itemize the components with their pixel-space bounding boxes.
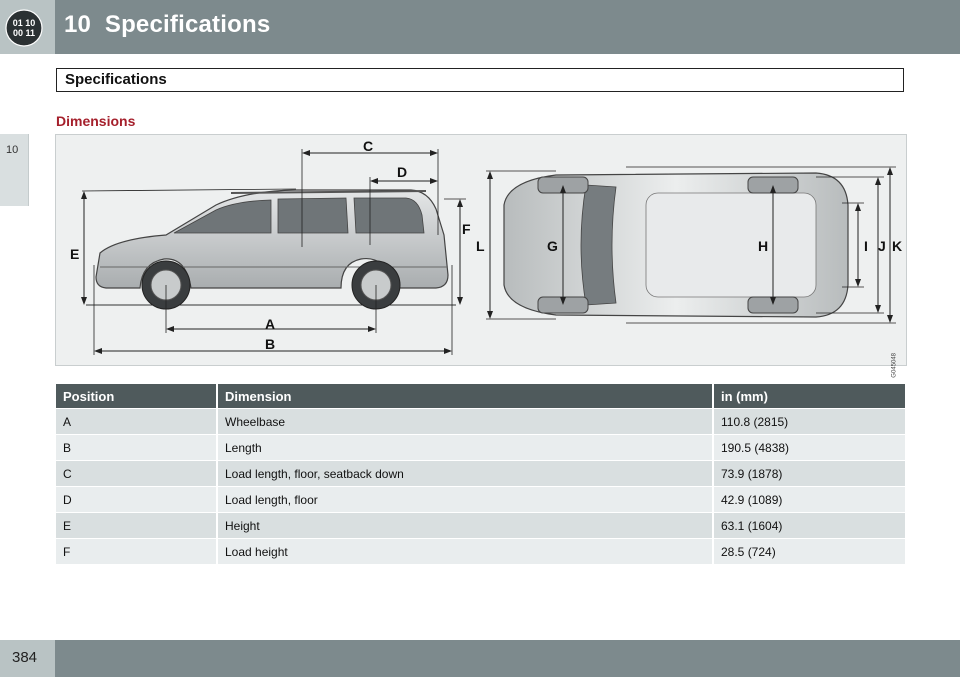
dimensions-table: Position Dimension in (mm) A Wheelbase 1… <box>56 384 905 564</box>
dim-label-i: I <box>864 238 868 254</box>
side-tab-number: 10 <box>6 144 19 156</box>
cell-dimension: Load length, floor, seatback down <box>217 460 714 487</box>
dim-label-f: F <box>462 221 471 237</box>
cell-position: C <box>56 460 218 487</box>
cell-dimension: Height <box>217 512 714 539</box>
dim-label-l: L <box>476 238 485 254</box>
side-chapter-tab[interactable]: 10 <box>0 134 29 206</box>
cell-measure: 73.9 (1878) <box>713 460 905 487</box>
dim-label-b: B <box>265 336 276 352</box>
chapter-icon-tab: 01 10 00 11 <box>0 0 55 54</box>
section-title: Specifications <box>65 71 167 88</box>
header-dimension: Dimension <box>217 384 714 409</box>
chapter-number: 10 <box>64 11 92 38</box>
dimensions-figure: A B C D E F G H I J K L G045048 <box>55 134 907 378</box>
dim-label-d: D <box>397 164 408 180</box>
cell-measure: 28.5 (724) <box>713 538 905 564</box>
cell-measure: 190.5 (4838) <box>713 434 905 461</box>
cell-position: B <box>56 434 218 461</box>
table-header-row: Position Dimension in (mm) <box>56 384 905 409</box>
section-heading-box: Specifications <box>56 68 904 92</box>
cell-position: F <box>56 538 218 564</box>
table-row: D Load length, floor 42.9 (1089) <box>56 486 905 513</box>
table-row: B Length 190.5 (4838) <box>56 434 905 461</box>
specifications-chapter-icon: 01 10 00 11 <box>5 9 43 47</box>
cell-measure: 110.8 (2815) <box>713 408 905 435</box>
dimensions-heading: Dimensions <box>56 113 136 129</box>
table-row: A Wheelbase 110.8 (2815) <box>56 408 905 435</box>
dim-label-e: E <box>70 246 80 262</box>
dim-label-c: C <box>363 138 374 154</box>
svg-text:00 11: 00 11 <box>13 28 35 38</box>
dim-label-h: H <box>758 238 769 254</box>
chapter-title-text: Specifications <box>104 11 271 38</box>
dim-label-a: A <box>265 316 276 332</box>
figure-code: G045048 <box>892 353 898 378</box>
svg-text:01 10: 01 10 <box>13 18 36 28</box>
header-measure: in (mm) <box>713 384 905 409</box>
chapter-header: 01 10 00 11 10 Specifications <box>0 0 960 54</box>
cell-measure: 63.1 (1604) <box>713 512 905 539</box>
table-row: E Height 63.1 (1604) <box>56 512 905 539</box>
cell-dimension: Wheelbase <box>217 408 714 435</box>
dim-label-k: K <box>892 238 903 254</box>
cell-position: A <box>56 408 218 435</box>
table-row: F Load height 28.5 (724) <box>56 538 905 564</box>
cell-dimension: Length <box>217 434 714 461</box>
table-row: C Load length, floor, seatback down 73.9… <box>56 460 905 487</box>
chapter-title: 10 Specifications <box>64 11 270 39</box>
header-position: Position <box>56 384 218 409</box>
cell-dimension: Load length, floor <box>217 486 714 513</box>
cell-position: E <box>56 512 218 539</box>
page-number: 384 <box>12 649 38 666</box>
dim-label-j: J <box>878 238 886 254</box>
footer-tab: 384 <box>0 640 55 677</box>
page-footer: 384 <box>0 640 960 677</box>
cell-position: D <box>56 486 218 513</box>
dim-label-g: G <box>547 238 558 254</box>
cell-dimension: Load height <box>217 538 714 564</box>
cell-measure: 42.9 (1089) <box>713 486 905 513</box>
